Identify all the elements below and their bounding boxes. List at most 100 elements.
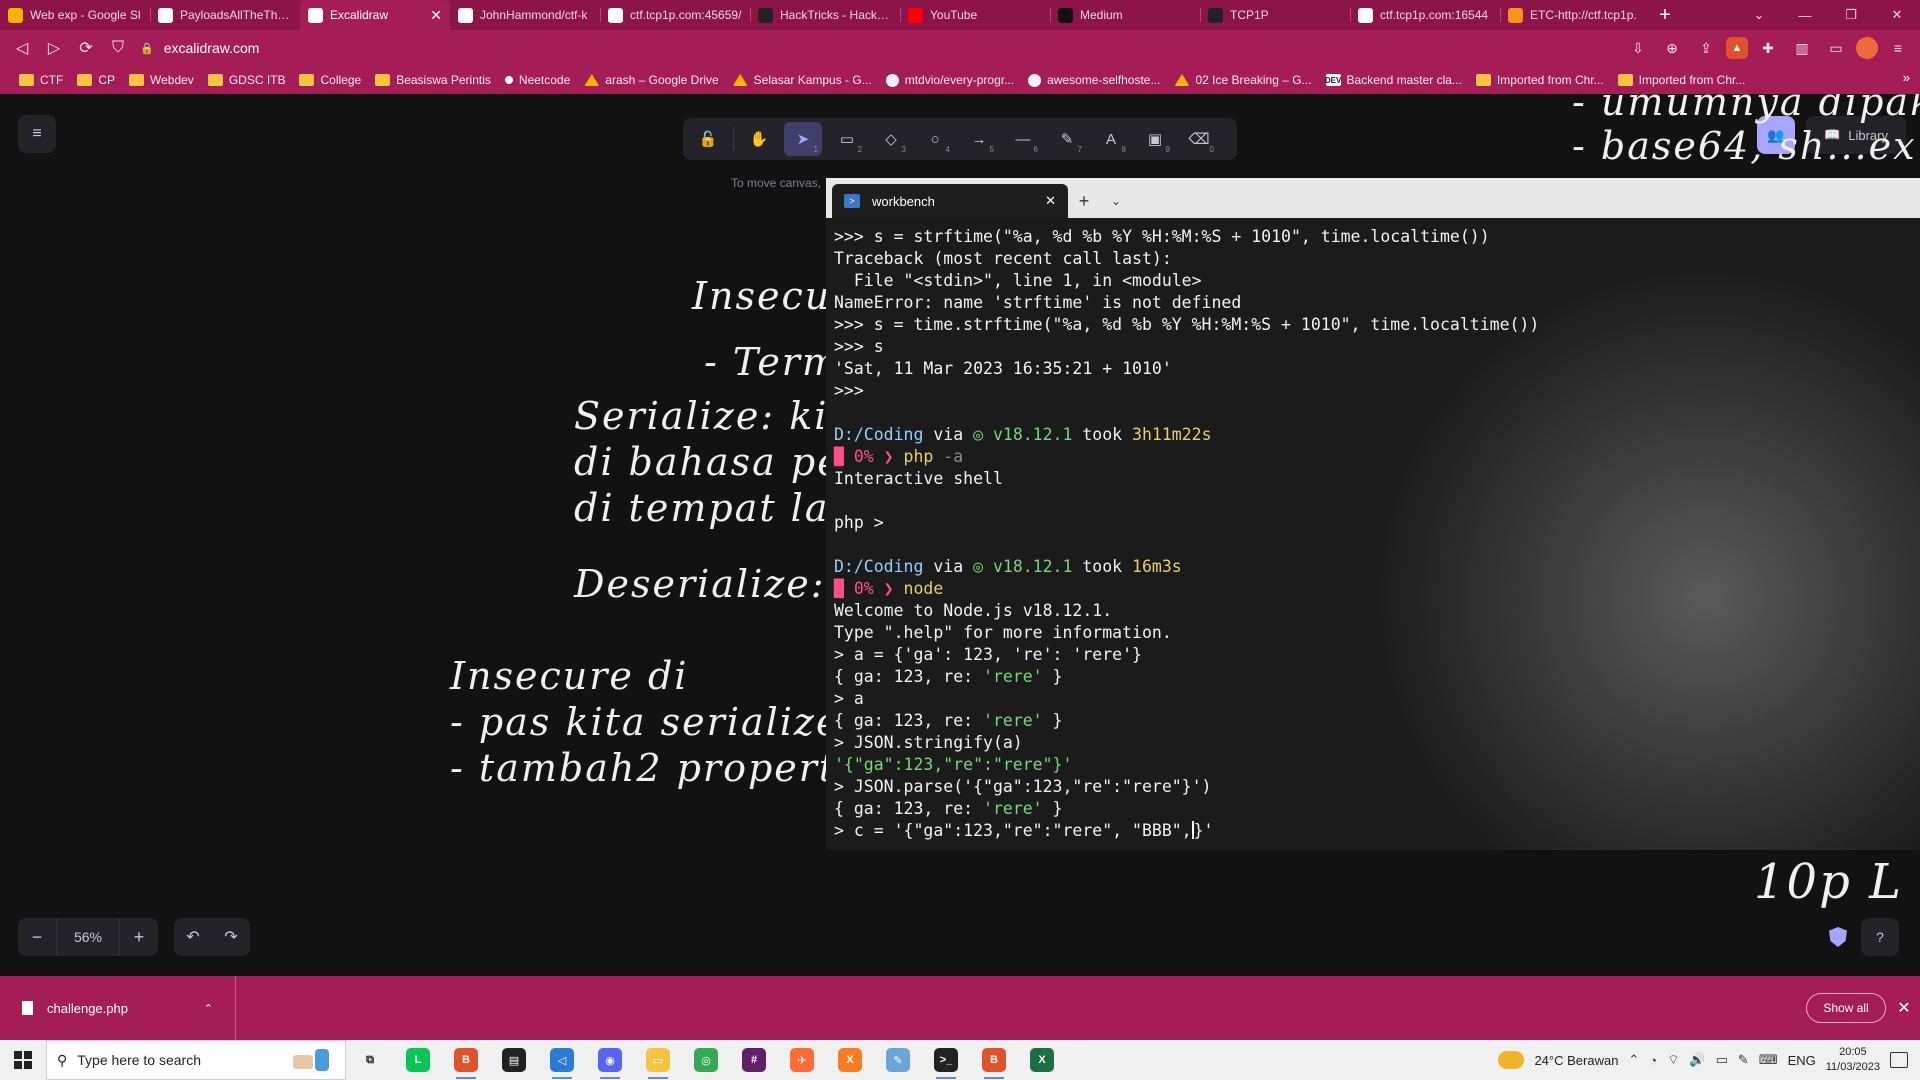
undo-button[interactable]: ↶	[174, 918, 212, 956]
bookmark-item[interactable]: Webdev	[122, 73, 201, 87]
new-tab-button[interactable]: +	[1650, 0, 1680, 30]
taskbar-app[interactable]: ✎	[874, 1040, 922, 1080]
clock[interactable]: 20:05 11/03/2023	[1826, 1045, 1880, 1075]
forward-button[interactable]: ▷	[38, 34, 70, 62]
close-terminal-tab-icon[interactable]: ✕	[1045, 193, 1056, 209]
weather-text[interactable]: 24°C Berawan	[1534, 1053, 1618, 1068]
close-tab-icon[interactable]: ✕	[430, 7, 442, 24]
selection-tool[interactable]: ➤ 1	[784, 122, 822, 156]
browser-tab[interactable]: ETC-http://ctf.tcp1p.	[1500, 0, 1650, 30]
bookmark-icon[interactable]: ⛉	[102, 34, 134, 62]
taskbar-app[interactable]: L	[394, 1040, 442, 1080]
draw-tool[interactable]: ✎ 7	[1048, 122, 1086, 156]
chevron-up-icon[interactable]: ⌃	[1628, 1052, 1639, 1068]
share-icon[interactable]: ⇪	[1692, 34, 1720, 62]
bookmark-item[interactable]: arash – Google Drive	[577, 73, 725, 87]
reload-button[interactable]: ⟳	[70, 34, 102, 62]
chevron-up-icon[interactable]: ⌃	[204, 1002, 213, 1015]
show-all-button[interactable]: Show all	[1806, 993, 1886, 1023]
wallet-icon[interactable]: ▭	[1822, 34, 1850, 62]
taskbar-app[interactable]: ✈	[778, 1040, 826, 1080]
rectangle-tool[interactable]: ▭ 2	[828, 122, 866, 156]
battery-icon[interactable]: ▭	[1716, 1052, 1728, 1068]
taskbar-app[interactable]: >_	[922, 1040, 970, 1080]
taskbar-app[interactable]: ▤	[490, 1040, 538, 1080]
line-tool[interactable]: —6	[1004, 122, 1042, 156]
redo-button[interactable]: ↷	[212, 918, 250, 956]
taskbar-app[interactable]: B	[970, 1040, 1018, 1080]
network-icon[interactable]: ◔	[1649, 1053, 1657, 1068]
taskbar-app[interactable]: ⧉	[346, 1040, 394, 1080]
browser-tab[interactable]: TCP1P	[1200, 0, 1350, 30]
back-button[interactable]: ◁	[6, 34, 38, 62]
keyboard-icon[interactable]: ⌨	[1759, 1052, 1778, 1068]
bookmark-item[interactable]: Neetcode	[498, 73, 577, 87]
bookmark-item[interactable]: Beasiswa Perintis	[368, 73, 498, 87]
browser-tab[interactable]: YouTube	[900, 0, 1050, 30]
hand-tool[interactable]: ✋	[740, 122, 778, 156]
sidebar-icon[interactable]: ▥	[1788, 34, 1816, 62]
diamond-tool[interactable]: ◇ 3	[872, 122, 910, 156]
menu-icon[interactable]: ≡	[1884, 34, 1912, 62]
start-button[interactable]	[0, 1040, 46, 1080]
bookmark-item[interactable]: CP	[70, 73, 122, 87]
image-tool[interactable]: ▣ 9	[1136, 122, 1174, 156]
pen-icon[interactable]: ✎	[1738, 1052, 1749, 1068]
volume-icon[interactable]: 🔊	[1689, 1052, 1705, 1068]
extensions-icon[interactable]: ✚	[1754, 34, 1782, 62]
hamburger-menu-button[interactable]: ≡	[18, 115, 56, 153]
taskbar-app[interactable]: X	[826, 1040, 874, 1080]
terminal-output[interactable]: >>> s = strftime("%a, %d %b %Y %H:%M:%S …	[826, 218, 1920, 850]
bookmark-item[interactable]: Imported from Chr...	[1469, 73, 1611, 87]
browser-tab[interactable]: JohnHammond/ctf-k	[450, 0, 600, 30]
lock-tool[interactable]: 🔓	[689, 122, 727, 156]
wifi-icon[interactable]: ⌔	[1667, 1052, 1679, 1068]
taskbar-search[interactable]: ⚲ Type here to search	[46, 1040, 346, 1080]
zoom-out-button[interactable]: −	[18, 918, 56, 956]
taskbar-app[interactable]: X	[1018, 1040, 1066, 1080]
bookmark-item[interactable]: College	[292, 73, 368, 87]
tab-search-icon[interactable]: ⌄	[1736, 0, 1782, 30]
weather-icon[interactable]	[1498, 1051, 1525, 1069]
eraser-tool[interactable]: ⌫ 0	[1180, 122, 1218, 156]
taskbar-app[interactable]: B	[442, 1040, 490, 1080]
browser-tab[interactable]: ctf.tcp1p.com:45659/	[600, 0, 750, 30]
taskbar-app[interactable]: ◉	[586, 1040, 634, 1080]
bookmark-item[interactable]: 02 Ice Breaking – G...	[1167, 73, 1318, 87]
profile-avatar[interactable]	[1856, 37, 1878, 59]
taskbar-app[interactable]: ◎	[682, 1040, 730, 1080]
browser-tab[interactable]: PayloadsAllTheThing	[150, 0, 300, 30]
browser-tab[interactable]: Excalidraw ✕	[300, 0, 450, 30]
help-button[interactable]: ?	[1861, 918, 1899, 956]
more-bookmarks-icon[interactable]: »	[1903, 70, 1910, 85]
url-bar[interactable]: 🔒 excalidraw.com	[140, 34, 1580, 62]
browser-tab[interactable]: Web exp - Google Sl	[0, 0, 150, 30]
terminal-tab-workbench[interactable]: > workbench ✕	[832, 184, 1068, 218]
language-indicator[interactable]: ENG	[1788, 1053, 1816, 1068]
bookmark-item[interactable]: GDSC ITB	[201, 73, 293, 87]
zoom-in-button[interactable]: +	[120, 918, 158, 956]
bookmark-item[interactable]: Imported from Chr...	[1611, 73, 1753, 87]
bookmark-item[interactable]: DEV Backend master cla...	[1319, 73, 1469, 87]
close-window-button[interactable]: ✕	[1874, 0, 1920, 30]
bookmark-item[interactable]: CTF	[12, 73, 70, 87]
zoom-reset-button[interactable]: 56%	[56, 918, 120, 956]
shield-icon[interactable]	[1829, 927, 1847, 947]
arrow-tool[interactable]: → 5	[960, 122, 998, 156]
install-app-icon[interactable]: ⇩	[1624, 34, 1652, 62]
browser-tab[interactable]: Medium	[1050, 0, 1200, 30]
restore-button[interactable]: ❐	[1828, 0, 1874, 30]
zoom-icon[interactable]: ⊕	[1658, 34, 1686, 62]
download-item[interactable]: challenge.php ⌃	[0, 976, 236, 1040]
browser-tab[interactable]: ctf.tcp1p.com:16544	[1350, 0, 1500, 30]
close-downloads-button[interactable]: ✕	[1894, 993, 1914, 1023]
browser-tab[interactable]: HackTricks - HackTric	[750, 0, 900, 30]
text-tool[interactable]: A8	[1092, 122, 1130, 156]
minimize-button[interactable]: —	[1782, 0, 1828, 30]
bookmark-item[interactable]: awesome-selfhoste...	[1021, 73, 1167, 87]
new-terminal-tab-button[interactable]: +	[1068, 184, 1100, 218]
ellipse-tool[interactable]: ○ 4	[916, 122, 954, 156]
taskbar-app[interactable]: ▭	[634, 1040, 682, 1080]
brave-shields-icon[interactable]: ▲	[1726, 37, 1748, 59]
terminal-dropdown-button[interactable]: ⌄	[1100, 184, 1132, 218]
